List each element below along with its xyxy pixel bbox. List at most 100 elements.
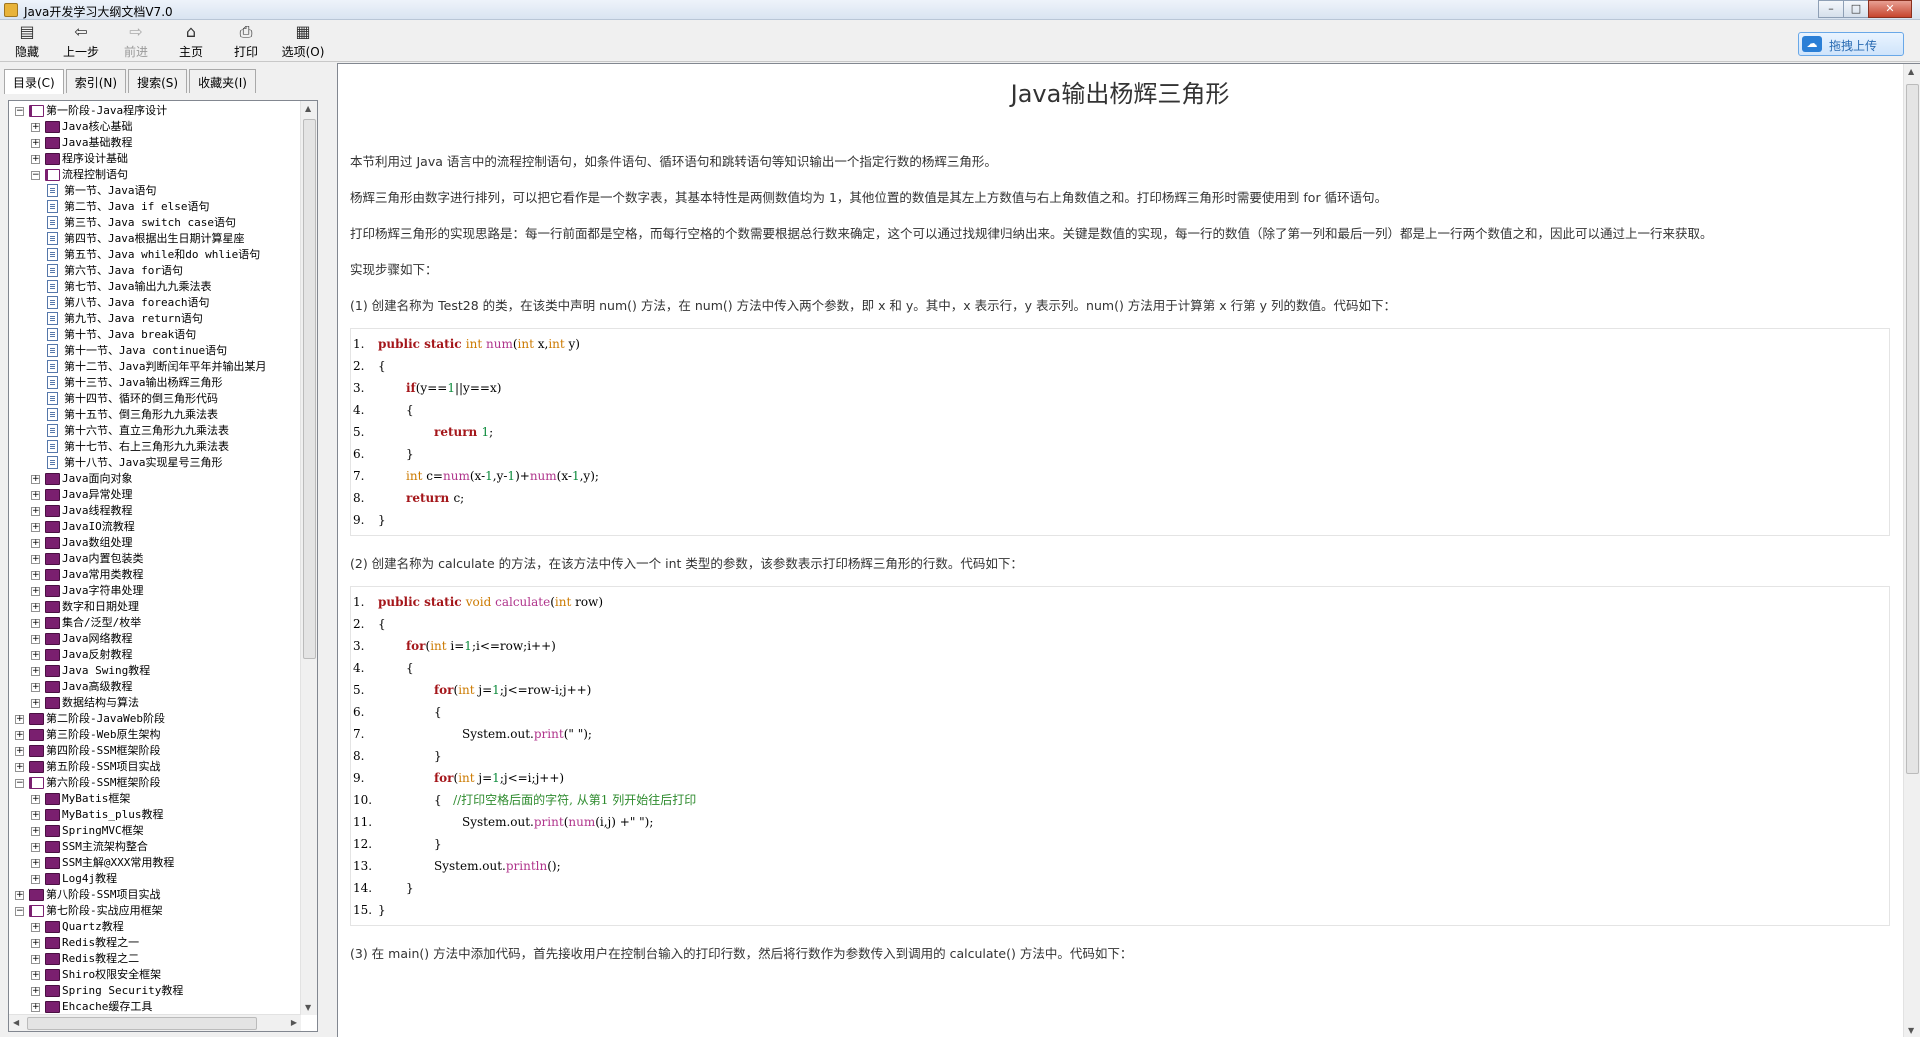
tree-item[interactable]: + Redis教程之二	[9, 951, 301, 967]
tree-item[interactable]: − 第六阶段-SSM框架阶段	[9, 775, 301, 791]
tree-item[interactable]: + Java内置包装类	[9, 551, 301, 567]
tree-item[interactable]: + JavaIO流教程	[9, 519, 301, 535]
tab-search[interactable]: 搜索(S)	[128, 69, 188, 93]
tree-item[interactable]: + 第五阶段-SSM项目实战	[9, 759, 301, 775]
expand-icon[interactable]: +	[31, 603, 40, 612]
expand-icon[interactable]: +	[31, 1003, 40, 1012]
tree-item[interactable]: + 第三阶段-Web原生架构	[9, 727, 301, 743]
tree-item[interactable]: 第九节、Java return语句	[9, 311, 301, 327]
collapse-icon[interactable]: −	[15, 779, 24, 788]
tree-item[interactable]: + Quartz教程	[9, 919, 301, 935]
tree-item[interactable]: 第十七节、右上三角形九九乘法表	[9, 439, 301, 455]
expand-icon[interactable]: +	[31, 587, 40, 596]
scroll-up-icon[interactable]: ▲	[305, 104, 311, 113]
tab-index[interactable]: 索引(N)	[65, 69, 127, 93]
expand-icon[interactable]: +	[15, 715, 24, 724]
tree-item[interactable]: 第十八节、Java实现星号三角形	[9, 455, 301, 471]
tree-item[interactable]: + Java常用类教程	[9, 567, 301, 583]
expand-icon[interactable]: +	[31, 875, 40, 884]
tree-item[interactable]: 第一节、Java语句	[9, 183, 301, 199]
tree-item[interactable]: 第三节、Java switch case语句	[9, 215, 301, 231]
tree-item[interactable]: − 第七阶段-实战应用框架	[9, 903, 301, 919]
tree-item[interactable]: + 数字和日期处理	[9, 599, 301, 615]
tree-item[interactable]: 第十一节、Java continue语句	[9, 343, 301, 359]
tree-item[interactable]: + SSM主解@XXX常用教程	[9, 855, 301, 871]
tree-item[interactable]: − 流程控制语句	[9, 167, 301, 183]
tree-item[interactable]: + MyBatis框架	[9, 791, 301, 807]
tree-item[interactable]: + Java反射教程	[9, 647, 301, 663]
expand-icon[interactable]: +	[31, 571, 40, 580]
expand-icon[interactable]: +	[31, 939, 40, 948]
content-scroll-thumb[interactable]	[1906, 84, 1919, 774]
expand-icon[interactable]: +	[31, 123, 40, 132]
tree-horizontal-scrollbar[interactable]: ◀ ▶	[9, 1014, 301, 1031]
tree-hscroll-thumb[interactable]	[27, 1017, 257, 1030]
tree-item[interactable]: + MyBatis_plus教程	[9, 807, 301, 823]
collapse-icon[interactable]: −	[15, 907, 24, 916]
tree-item[interactable]: 第十六节、直立三角形九九乘法表	[9, 423, 301, 439]
tree-item[interactable]: + Shiro权限安全框架	[9, 967, 301, 983]
tree-item[interactable]: 第十五节、倒三角形九九乘法表	[9, 407, 301, 423]
tree-item[interactable]: 第二节、Java if else语句	[9, 199, 301, 215]
drag-upload-button[interactable]: ☁ 拖拽上传	[1798, 32, 1904, 56]
tree-item[interactable]: + Java字符串处理	[9, 583, 301, 599]
expand-icon[interactable]: +	[31, 651, 40, 660]
expand-icon[interactable]: +	[31, 955, 40, 964]
collapse-icon[interactable]: −	[15, 107, 24, 116]
tree-item[interactable]: + Log4j教程	[9, 871, 301, 887]
tree-item[interactable]: + Spring Security教程	[9, 983, 301, 999]
tree-item[interactable]: + Java高级教程	[9, 679, 301, 695]
tree-item[interactable]: + 数据结构与算法	[9, 695, 301, 711]
expand-icon[interactable]: +	[31, 635, 40, 644]
tab-favorites[interactable]: 收藏夹(I)	[189, 69, 256, 93]
tree-item[interactable]: 第八节、Java foreach语句	[9, 295, 301, 311]
expand-icon[interactable]: +	[31, 139, 40, 148]
tree-item[interactable]: + Java Swing教程	[9, 663, 301, 679]
tree-item[interactable]: + 程序设计基础	[9, 151, 301, 167]
options-button[interactable]: ▦ 选项(O)	[278, 22, 328, 60]
tree-item[interactable]: 第四节、Java根据出生日期计算星座	[9, 231, 301, 247]
expand-icon[interactable]: +	[31, 971, 40, 980]
maximize-button[interactable]: □	[1843, 0, 1869, 18]
expand-icon[interactable]: +	[31, 859, 40, 868]
expand-icon[interactable]: +	[31, 843, 40, 852]
scroll-up-icon[interactable]: ▲	[1908, 67, 1914, 76]
expand-icon[interactable]: +	[31, 987, 40, 996]
expand-icon[interactable]: +	[31, 491, 40, 500]
scroll-left-icon[interactable]: ◀	[13, 1018, 19, 1027]
tree-item[interactable]: + 第八阶段-SSM项目实战	[9, 887, 301, 903]
tree-item[interactable]: 第五节、Java while和do whlie语句	[9, 247, 301, 263]
expand-icon[interactable]: +	[31, 699, 40, 708]
tree-item[interactable]: + Java基础教程	[9, 135, 301, 151]
expand-icon[interactable]: +	[31, 155, 40, 164]
scroll-right-icon[interactable]: ▶	[291, 1018, 297, 1027]
expand-icon[interactable]: +	[31, 507, 40, 516]
back-button[interactable]: ⇦ 上一步	[58, 22, 104, 60]
expand-icon[interactable]: +	[31, 667, 40, 676]
tree-scroll-thumb[interactable]	[303, 119, 316, 659]
tree-item[interactable]: 第十二节、Java判断闰年平年并输出某月	[9, 359, 301, 375]
tree-item[interactable]: 第六节、Java for语句	[9, 263, 301, 279]
tree-vertical-scrollbar[interactable]: ▲ ▼	[300, 101, 317, 1015]
tab-contents[interactable]: 目录(C)	[4, 69, 64, 94]
tree-item[interactable]: − 第一阶段-Java程序设计	[9, 103, 301, 119]
tree-item[interactable]: 第十节、Java break语句	[9, 327, 301, 343]
expand-icon[interactable]: +	[31, 619, 40, 628]
home-button[interactable]: ⌂ 主页	[168, 22, 214, 60]
tree-item[interactable]: 第十三节、Java输出杨辉三角形	[9, 375, 301, 391]
tree-item[interactable]: + Java数组处理	[9, 535, 301, 551]
scroll-down-icon[interactable]: ▼	[1908, 1026, 1914, 1035]
expand-icon[interactable]: +	[31, 811, 40, 820]
expand-icon[interactable]: +	[15, 891, 24, 900]
tree-item[interactable]: + Redis教程之一	[9, 935, 301, 951]
content-vertical-scrollbar[interactable]: ▲ ▼	[1903, 64, 1920, 1037]
close-button[interactable]: ✕	[1868, 0, 1912, 18]
expand-icon[interactable]: +	[31, 555, 40, 564]
expand-icon[interactable]: +	[31, 539, 40, 548]
collapse-icon[interactable]: −	[31, 171, 40, 180]
tree-item[interactable]: + 第四阶段-SSM框架阶段	[9, 743, 301, 759]
expand-icon[interactable]: +	[15, 731, 24, 740]
expand-icon[interactable]: +	[15, 747, 24, 756]
tree-item[interactable]: + Ehcache缓存工具	[9, 999, 301, 1013]
hide-button[interactable]: ▤ 隐藏	[4, 22, 50, 60]
